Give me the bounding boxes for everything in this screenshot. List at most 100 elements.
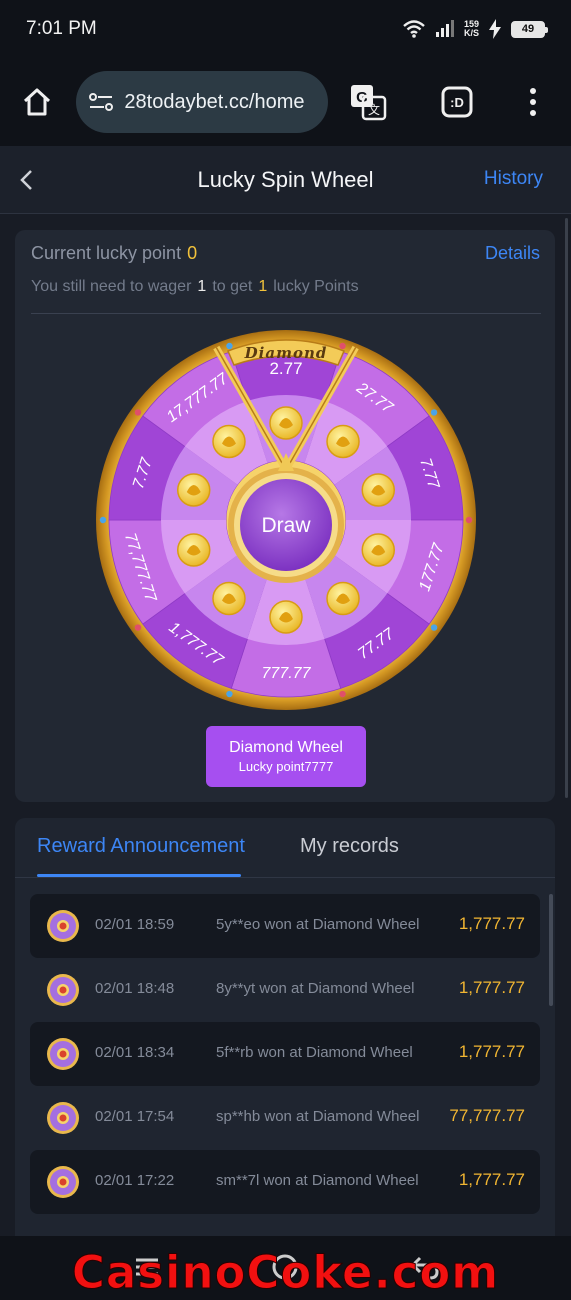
tab-switcher-icon: :D bbox=[441, 86, 473, 118]
record-text: 5f**rb won at Diamond Wheel bbox=[216, 1044, 413, 1061]
coin-icon bbox=[326, 424, 360, 459]
tab-reward-announcement[interactable]: Reward Announcement bbox=[37, 835, 245, 858]
wheel-graphic: 2.7727.777.77177.7777.77777.771,777.7777… bbox=[96, 330, 476, 710]
wheel-badge-icon bbox=[47, 1102, 79, 1134]
browser-toolbar: 28todaybet.cc/home G 文 :D bbox=[0, 58, 571, 146]
record-amount: 1,777.77 bbox=[458, 914, 525, 933]
record-time: 02/01 17:22 bbox=[95, 1172, 175, 1189]
record-amount: 1,777.77 bbox=[458, 1170, 525, 1189]
lucky-point-card: Current lucky point 0 Details You still n… bbox=[15, 230, 555, 802]
reward-list: 02/01 18:59 5y**eo won at Diamond Wheel 1,… bbox=[30, 894, 540, 1214]
coin-icon bbox=[269, 406, 303, 440]
record-amount: 1,777.77 bbox=[458, 978, 525, 997]
status-bar: 7:01 PM 159 K/S 49 bbox=[0, 0, 571, 58]
wheel-badge-icon bbox=[47, 1166, 79, 1198]
records-card: Reward Announcement My records 02/01 18:… bbox=[15, 818, 555, 1248]
wager-suffix: lucky Points bbox=[273, 278, 359, 295]
record-time: 02/01 18:59 bbox=[95, 916, 175, 933]
wheel-segment-label: 777.77 bbox=[262, 665, 312, 682]
wheel-badge-icon bbox=[47, 1038, 79, 1070]
coin-icon bbox=[361, 533, 396, 567]
chevron-left-icon bbox=[20, 170, 32, 190]
status-time: 7:01 PM bbox=[26, 18, 97, 39]
wheel-banner-label: Diamond bbox=[244, 344, 328, 362]
list-scrollbar[interactable] bbox=[549, 894, 553, 1006]
wager-requirement: You still need to wager 1 to get 1 lucky Poi… bbox=[31, 278, 359, 296]
list-item: 02/01 18:34 5f**rb won at Diamond Wheel 1,… bbox=[30, 1022, 540, 1086]
gem-dot bbox=[430, 409, 438, 416]
list-item: 02/01 17:22 sm**7l won at Diamond Wheel 1,… bbox=[30, 1150, 540, 1214]
coin-icon bbox=[361, 473, 396, 507]
coin-icon bbox=[326, 581, 360, 616]
record-time: 02/01 18:48 bbox=[95, 980, 175, 997]
draw-label: Draw bbox=[261, 514, 311, 537]
wifi-icon bbox=[403, 20, 425, 38]
record-text: 5y**eo won at Diamond Wheel bbox=[216, 916, 420, 933]
svg-text::D: :D bbox=[450, 95, 464, 110]
current-lucky-label: Current lucky point bbox=[31, 243, 182, 263]
gem-dot bbox=[134, 409, 142, 416]
back-button[interactable] bbox=[14, 166, 38, 194]
page-header: Lucky Spin Wheel History bbox=[0, 146, 571, 214]
tab-switcher-button[interactable]: :D bbox=[432, 77, 480, 127]
active-tab-indicator bbox=[37, 874, 241, 877]
wager-amount: 1 bbox=[197, 278, 207, 295]
wager-prefix: You still need to wager bbox=[31, 278, 192, 295]
status-icons: 159 K/S 49 bbox=[402, 19, 548, 39]
wager-mid: to get bbox=[212, 278, 253, 295]
diamond-wheel-subtitle: Lucky point7777 bbox=[238, 759, 334, 774]
coin-icon bbox=[212, 424, 246, 459]
list-item: 02/01 17:54 sp**hb won at Diamond Wheel 77… bbox=[30, 1086, 540, 1150]
record-text: sp**hb won at Diamond Wheel bbox=[216, 1108, 420, 1125]
gem-dot bbox=[99, 516, 107, 524]
gem-dot bbox=[339, 690, 346, 698]
more-menu-button[interactable] bbox=[509, 77, 557, 127]
wheel-badge-icon bbox=[47, 910, 79, 942]
wheel-badge-icon bbox=[47, 974, 79, 1006]
gem-dot bbox=[226, 342, 233, 350]
site-settings-icon bbox=[89, 93, 114, 111]
gem-dot bbox=[134, 624, 142, 631]
current-lucky-point: Current lucky point 0 bbox=[31, 243, 197, 264]
battery-indicator: 49 bbox=[511, 20, 548, 38]
diamond-wheel-button[interactable]: Diamond Wheel Lucky point7777 bbox=[206, 726, 366, 787]
record-time: 02/01 17:54 bbox=[95, 1108, 175, 1125]
translate-button[interactable]: G 文 bbox=[344, 77, 392, 127]
svg-text:文: 文 bbox=[368, 102, 380, 117]
coin-icon bbox=[176, 473, 211, 507]
history-link[interactable]: History bbox=[484, 168, 543, 190]
gem-dot bbox=[339, 342, 346, 350]
spin-wheel: 2.77 27.77 7.77 177.77 77.77 777.77 1,777.77 77… bbox=[95, 329, 477, 711]
diamond-wheel-title: Diamond Wheel bbox=[229, 739, 343, 756]
list-item: 02/01 18:59 5y**eo won at Diamond Wheel 1,… bbox=[30, 894, 540, 958]
home-button[interactable] bbox=[14, 78, 60, 126]
coin-icon bbox=[269, 600, 303, 634]
url-text: 28todaybet.cc/home bbox=[124, 90, 305, 113]
record-amount: 1,777.77 bbox=[458, 1042, 525, 1061]
tab-my-records[interactable]: My records bbox=[300, 835, 399, 858]
coin-icon bbox=[212, 581, 246, 616]
watermark-text: CasinoCoke.com bbox=[71, 1246, 500, 1300]
divider bbox=[31, 313, 541, 314]
coin-icon bbox=[176, 533, 211, 567]
home-icon bbox=[24, 88, 51, 116]
wager-points: 1 bbox=[258, 278, 268, 295]
record-text: 8y**yt won at Diamond Wheel bbox=[216, 980, 415, 997]
records-tabs: Reward Announcement My records bbox=[15, 818, 555, 878]
record-time: 02/01 18:34 bbox=[95, 1044, 175, 1061]
charging-icon bbox=[489, 19, 501, 39]
gem-dot bbox=[226, 690, 233, 698]
details-link[interactable]: Details bbox=[485, 243, 540, 264]
record-text: sm**7l won at Diamond Wheel bbox=[216, 1172, 419, 1189]
network-speed: 159 K/S bbox=[464, 20, 479, 38]
signal-icon bbox=[435, 20, 454, 37]
record-amount: 77,777.77 bbox=[449, 1106, 525, 1125]
gem-dot bbox=[465, 516, 473, 524]
current-lucky-value: 0 bbox=[187, 243, 198, 263]
list-item: 02/01 18:48 8y**yt won at Diamond Wheel 1,… bbox=[30, 958, 540, 1022]
speed-unit: K/S bbox=[463, 28, 479, 38]
gem-dot bbox=[430, 624, 438, 631]
address-bar[interactable]: 28todaybet.cc/home bbox=[76, 71, 329, 133]
more-vertical-icon bbox=[529, 88, 536, 116]
page-scrollbar[interactable] bbox=[565, 218, 568, 798]
